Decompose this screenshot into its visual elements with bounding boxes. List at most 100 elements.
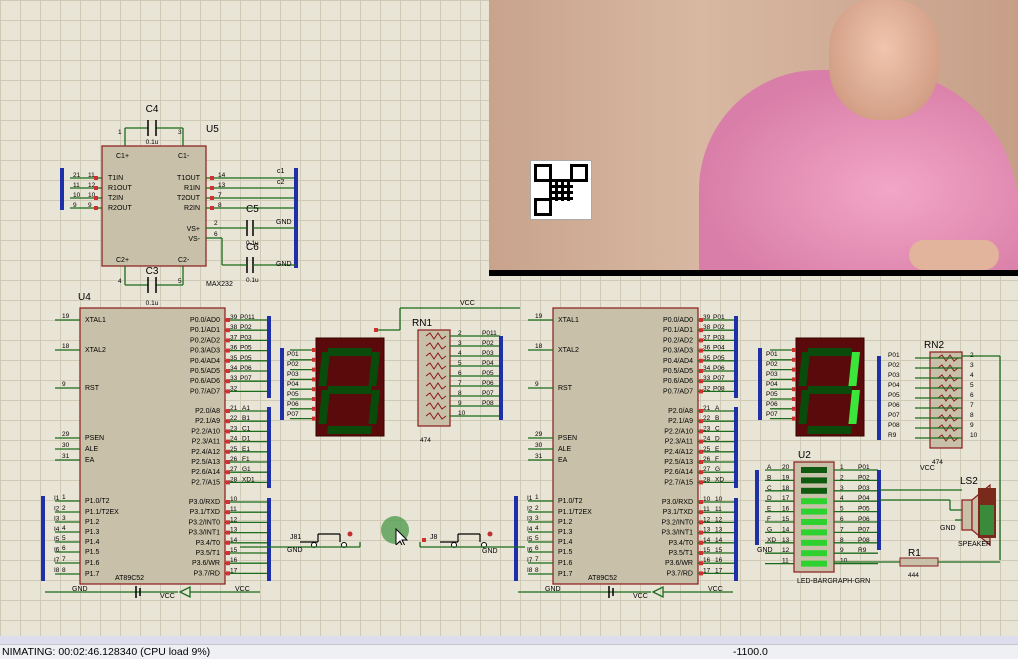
net-label: P02 bbox=[713, 324, 725, 331]
net-label: I8 bbox=[54, 567, 60, 574]
pin-number: 28 bbox=[230, 476, 238, 483]
mcu-pin-label: P3.7/RD bbox=[194, 570, 220, 577]
net-label: P08 bbox=[482, 400, 494, 407]
pin-number: 4 bbox=[62, 525, 66, 532]
pin-marker bbox=[699, 510, 703, 515]
led-segment bbox=[801, 519, 827, 525]
horizontal-scrollbar[interactable] bbox=[0, 636, 1018, 644]
net-label: P011 bbox=[482, 330, 497, 337]
pin-number: 33 bbox=[230, 375, 238, 382]
pin-number: 10 bbox=[458, 410, 466, 417]
pin-number: 9 bbox=[840, 547, 844, 554]
led-segment bbox=[801, 477, 827, 484]
pin-marker bbox=[210, 206, 214, 210]
pin-number: 37 bbox=[703, 334, 711, 341]
video-overlay bbox=[489, 0, 1018, 276]
pin-number: 9 bbox=[62, 381, 66, 388]
pin-number: 1 bbox=[535, 494, 539, 501]
pin-number: 3 bbox=[535, 515, 539, 522]
pin-marker bbox=[699, 571, 703, 576]
net-label: P08 bbox=[858, 537, 870, 544]
net-label: P03 bbox=[713, 334, 725, 341]
pin-number: 26 bbox=[703, 456, 711, 463]
pin-number: 20 bbox=[782, 464, 790, 471]
pin-number: 3 bbox=[970, 362, 974, 369]
pin-number: 11 bbox=[782, 558, 789, 565]
pin-marker bbox=[94, 186, 98, 190]
net-label: P06 bbox=[713, 365, 725, 372]
led-segment bbox=[801, 529, 827, 536]
mcu-ref: U4 bbox=[78, 292, 91, 303]
net-label: P05 bbox=[240, 355, 252, 362]
pin-number: 19 bbox=[535, 313, 543, 320]
pin-number: 39 bbox=[230, 314, 238, 321]
seven-segment-bar bbox=[807, 426, 852, 434]
pin-marker bbox=[699, 318, 703, 322]
pin-number: 35 bbox=[230, 355, 238, 362]
pin-number: 14 bbox=[218, 172, 226, 179]
mcu-part: AT89C52 bbox=[588, 575, 617, 582]
mcu-pin-label: P3.6/WR bbox=[192, 560, 220, 567]
pin-marker bbox=[792, 367, 796, 372]
pin-number: 36 bbox=[230, 345, 238, 352]
pin-number: 1 bbox=[118, 129, 122, 136]
pin-marker bbox=[699, 449, 703, 454]
ls2-part: SPEAKER bbox=[958, 541, 991, 548]
mcu-pin-label: P0.5/AD5 bbox=[663, 368, 693, 375]
pin-marker bbox=[94, 206, 98, 210]
mcu-pin-label: P3.3/INT1 bbox=[188, 530, 220, 537]
pin-number: 4 bbox=[458, 350, 462, 357]
pin-marker bbox=[792, 387, 796, 392]
mcu-pin-label: P1.1/T2EX bbox=[558, 509, 592, 516]
pin-number: 15 bbox=[782, 516, 790, 523]
pin-number: 33 bbox=[703, 375, 711, 382]
pin-number: 11 bbox=[703, 506, 710, 513]
push-button-j81[interactable] bbox=[285, 528, 345, 548]
pin-number: 14 bbox=[230, 537, 238, 544]
mcu-pin-label: P1.3 bbox=[558, 529, 573, 536]
seven-segment-bar bbox=[807, 386, 852, 394]
mcu-pin-label: PSEN bbox=[85, 435, 104, 442]
u2-part: LED-BARGRAPH-GRN bbox=[797, 578, 870, 585]
net-label: P05 bbox=[888, 392, 900, 399]
pin-marker bbox=[226, 409, 230, 413]
pin-number: 8 bbox=[535, 567, 539, 574]
pin-number: 31 bbox=[535, 453, 543, 460]
push-button-j8[interactable] bbox=[425, 528, 485, 548]
pin-marker bbox=[792, 416, 796, 421]
mcu-pin-label: P0.4/AD4 bbox=[190, 358, 220, 365]
pin-number: 22 bbox=[703, 415, 711, 422]
pin-number: 8 bbox=[218, 202, 222, 209]
net-label: E bbox=[715, 446, 720, 453]
vcc-label: VCC bbox=[460, 300, 475, 307]
net-label: P02 bbox=[240, 324, 252, 331]
net-label: I2 bbox=[54, 505, 60, 512]
mcu-pin-label: PSEN bbox=[558, 435, 577, 442]
pin-number: 36 bbox=[703, 345, 711, 352]
pin-marker bbox=[226, 551, 230, 555]
pin-marker bbox=[226, 439, 230, 444]
pin-number: 3 bbox=[178, 129, 182, 136]
pin-marker bbox=[210, 186, 214, 190]
pin-marker bbox=[226, 480, 230, 485]
pin-number: 10 bbox=[73, 192, 81, 199]
pin-marker bbox=[226, 328, 230, 333]
pin-marker bbox=[699, 338, 703, 343]
mcu-pin-label: P3.2/INT0 bbox=[661, 519, 693, 526]
pin-number: 5 bbox=[840, 506, 844, 513]
cursor-coordinate: -1100.0 bbox=[733, 646, 768, 658]
max232-pin-label: C1- bbox=[178, 153, 190, 160]
pin-number: 6 bbox=[458, 370, 462, 377]
net-label: P01 bbox=[766, 351, 778, 358]
net-label: XD1 bbox=[242, 476, 255, 483]
mcu-pin-label: P0.1/AD1 bbox=[663, 327, 693, 334]
net-label: P01 bbox=[287, 351, 299, 358]
gnd-label: GND bbox=[276, 219, 292, 226]
mcu-pin-label: P3.5/T1 bbox=[195, 550, 220, 557]
net-label: P07 bbox=[888, 412, 900, 419]
net-label: P07 bbox=[766, 411, 778, 418]
pin-marker bbox=[312, 416, 316, 421]
net-label: I2 bbox=[527, 505, 533, 512]
vcc-label: VCC bbox=[633, 593, 648, 600]
vcc-arrow bbox=[178, 585, 191, 599]
